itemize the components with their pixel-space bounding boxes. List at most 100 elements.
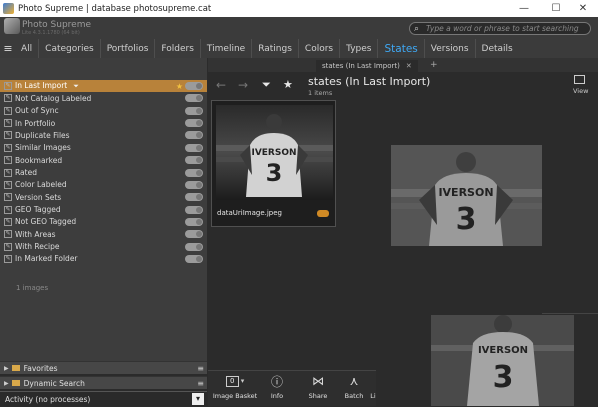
toggle-switch[interactable]: [185, 180, 203, 189]
edit-icon[interactable]: ✎: [4, 180, 12, 189]
rating-badge[interactable]: [317, 210, 329, 217]
edit-icon[interactable]: ✎: [4, 254, 12, 263]
expand-arrow-icon[interactable]: ▶: [4, 380, 9, 387]
tab-portfolios[interactable]: Portfolios: [101, 39, 156, 58]
tab-categories[interactable]: Categories: [39, 39, 101, 58]
minimize-button[interactable]: —: [509, 0, 539, 17]
workspace-tab[interactable]: states (In Last Import) ✕: [316, 60, 418, 72]
toggle-switch[interactable]: [185, 156, 203, 165]
state-item[interactable]: ✎ Duplicate Files: [0, 129, 207, 141]
new-tab-icon[interactable]: +: [430, 60, 438, 70]
preview2-jersey-name: IVERSON: [478, 345, 528, 356]
toggle-switch[interactable]: [185, 131, 203, 140]
edit-icon[interactable]: ✎: [4, 168, 12, 177]
state-item-label: In Marked Folder: [15, 254, 78, 264]
edit-icon[interactable]: ✎: [4, 119, 12, 128]
view-label[interactable]: View: [573, 87, 588, 95]
toggle-switch[interactable]: [185, 82, 203, 91]
forward-arrow-icon[interactable]: →: [238, 78, 248, 92]
activity-icon[interactable]: ▾: [192, 393, 204, 405]
state-item-label: Bookmarked: [15, 155, 63, 165]
more-button[interactable]: Li: [370, 373, 376, 407]
toggle-switch[interactable]: [185, 143, 203, 152]
toggle-switch[interactable]: [185, 217, 203, 226]
state-item[interactable]: ✎ Bookmarked: [0, 154, 207, 166]
window-title-bar: Photo Supreme | database photosupreme.ca…: [0, 0, 598, 17]
state-item-label: GEO Tagged: [15, 205, 61, 215]
tab-colors[interactable]: Colors: [299, 39, 341, 58]
expand-arrow-icon[interactable]: ▶: [4, 365, 9, 372]
state-item[interactable]: ✎ Version Sets: [0, 191, 207, 203]
toggle-switch[interactable]: [185, 230, 203, 239]
state-item[interactable]: ✎ In Portfolio: [0, 117, 207, 129]
tab-states[interactable]: States: [378, 39, 425, 58]
state-item[interactable]: ✎ Rated: [0, 166, 207, 178]
favorites-section[interactable]: ▶ Favorites ≡: [0, 361, 207, 374]
dropdown-arrow-icon[interactable]: ▾: [241, 377, 245, 385]
state-item[interactable]: ✎ Out of Sync: [0, 105, 207, 117]
edit-icon[interactable]: ✎: [4, 205, 12, 214]
edit-icon[interactable]: ✎: [4, 131, 12, 140]
star-icon[interactable]: ★: [176, 82, 183, 91]
edit-icon[interactable]: ✎: [4, 82, 12, 91]
image-thumbnail[interactable]: IVERSON 3: [216, 105, 333, 200]
state-item[interactable]: ✎ With Areas: [0, 228, 207, 240]
batch-button[interactable]: ⋏ Batch: [340, 373, 368, 407]
toggle-switch[interactable]: [185, 119, 203, 128]
edit-icon[interactable]: ✎: [4, 106, 12, 115]
toggle-switch[interactable]: [185, 242, 203, 251]
image-basket-button[interactable]: 0 ▾ Image Basket: [212, 373, 258, 407]
state-item[interactable]: ✎ Not GEO Tagged: [0, 216, 207, 228]
back-arrow-icon[interactable]: ←: [216, 78, 226, 92]
edit-icon[interactable]: ✎: [4, 143, 12, 152]
toggle-switch[interactable]: [185, 168, 203, 177]
info-button[interactable]: ⓘ Info: [262, 373, 292, 407]
edit-icon[interactable]: ✎: [4, 242, 12, 251]
toggle-switch[interactable]: [185, 106, 203, 115]
filter-icon[interactable]: ⏷: [262, 78, 271, 92]
edit-icon[interactable]: ✎: [4, 156, 12, 165]
hamburger-menu-icon[interactable]: ≡: [1, 39, 15, 58]
tab-details[interactable]: Details: [476, 39, 519, 58]
state-item[interactable]: ✎ Color Labeled: [0, 179, 207, 191]
search-input[interactable]: [426, 23, 588, 34]
image-thumbnail-card[interactable]: IVERSON 3 dataUriImage.jpeg: [211, 100, 336, 227]
edit-icon[interactable]: ✎: [4, 230, 12, 239]
dynamic-search-section[interactable]: ▶ Dynamic Search ≡: [0, 376, 207, 389]
search-box[interactable]: ⌕: [409, 22, 591, 35]
activity-status: Activity (no processes): [5, 394, 91, 404]
tab-versions[interactable]: Versions: [425, 39, 476, 58]
section-menu-icon[interactable]: ≡: [197, 364, 204, 373]
toggle-switch[interactable]: [185, 193, 203, 202]
state-item[interactable]: ✎ With Recipe: [0, 241, 207, 253]
close-button[interactable]: ✕: [568, 0, 598, 17]
favorite-star-icon[interactable]: ★: [283, 78, 293, 91]
tab-timeline[interactable]: Timeline: [201, 39, 253, 58]
section-menu-icon[interactable]: ≡: [197, 379, 204, 388]
view-icon[interactable]: [574, 75, 585, 84]
tab-all[interactable]: All: [15, 39, 40, 58]
tab-folders[interactable]: Folders: [155, 39, 201, 58]
share-button[interactable]: ⋈ Share: [304, 373, 332, 407]
filter-icon[interactable]: ⏷: [73, 82, 79, 90]
state-item[interactable]: ✎ In Marked Folder: [0, 253, 207, 265]
maximize-button[interactable]: ☐: [541, 0, 571, 17]
toggle-switch[interactable]: [185, 94, 203, 103]
state-item[interactable]: ✎ Similar Images: [0, 142, 207, 154]
edit-icon[interactable]: ✎: [4, 193, 12, 202]
state-item[interactable]: ✎ In Last Import ⏷ ★: [0, 80, 207, 93]
search-icon[interactable]: ⌕: [414, 24, 424, 34]
image-filename: dataUriImage.jpeg: [217, 209, 282, 217]
state-item[interactable]: ✎ Not Catalog Labeled: [0, 92, 207, 104]
tab-ratings[interactable]: Ratings: [252, 39, 299, 58]
toggle-switch[interactable]: [185, 205, 203, 214]
toggle-switch[interactable]: [185, 254, 203, 263]
edit-icon[interactable]: ✎: [4, 217, 12, 226]
close-tab-icon[interactable]: ✕: [406, 62, 412, 70]
state-item[interactable]: ✎ GEO Tagged: [0, 204, 207, 216]
tab-types[interactable]: Types: [340, 39, 379, 58]
edit-icon[interactable]: ✎: [4, 94, 12, 103]
app-header: Photo Supreme Lite 4.3.1.1780 (64 bit) ⌕: [0, 17, 598, 39]
state-item-label: With Areas: [15, 229, 56, 239]
batch-label: Batch: [344, 392, 364, 400]
